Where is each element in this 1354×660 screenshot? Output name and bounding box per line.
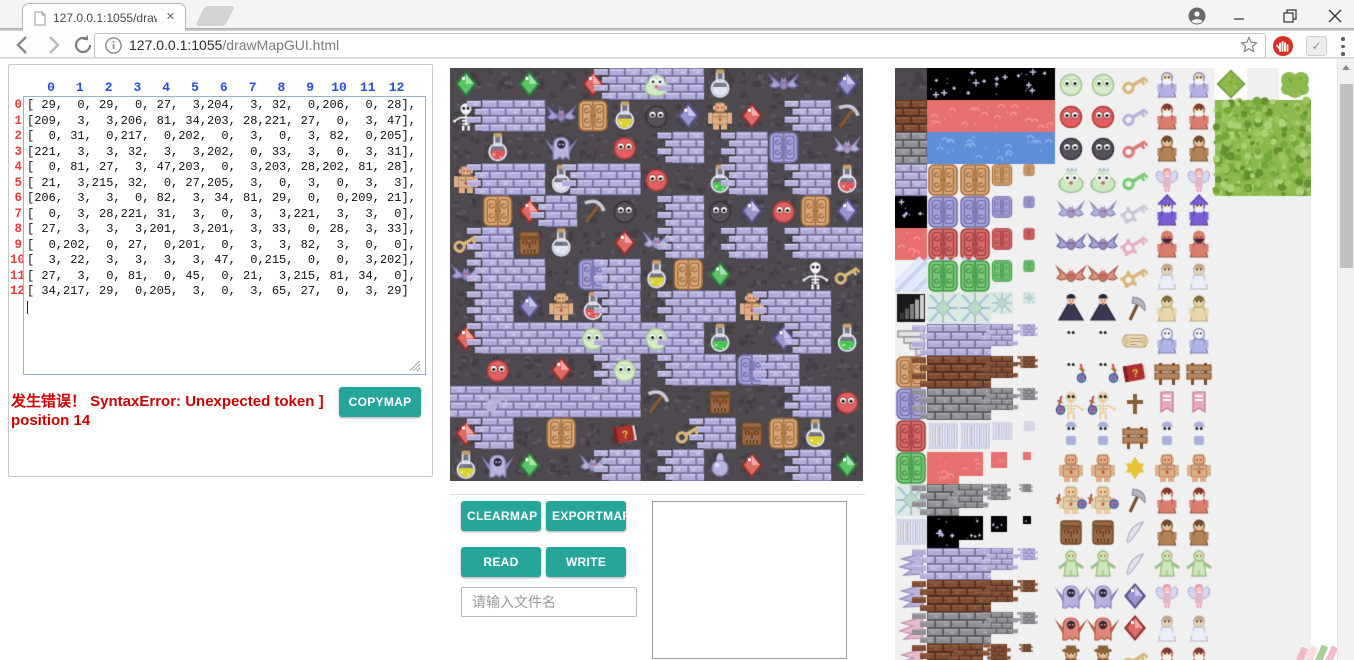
output-box[interactable] <box>652 501 847 659</box>
col-header: 12 <box>387 80 407 95</box>
bookmark-star-icon[interactable] <box>1240 36 1258 54</box>
read-button[interactable]: READ <box>461 547 541 577</box>
row-label: 3 <box>10 145 22 161</box>
col-header: 5 <box>185 80 205 95</box>
copymap-button[interactable]: COPYMAP <box>339 387 421 417</box>
error-message: 发生错误！ SyntaxError: Unexpected token ] po… <box>11 392 351 430</box>
map-canvas[interactable] <box>450 68 863 481</box>
col-header: 11 <box>358 80 378 95</box>
reload-icon[interactable] <box>72 34 94 56</box>
textarea-resize-grip[interactable] <box>410 361 420 371</box>
row-label: 0 <box>10 98 22 114</box>
close-window-button[interactable] <box>1328 6 1354 26</box>
browser-tab[interactable]: 127.0.0.1:1055/drawMa ✕ <box>22 3 186 31</box>
col-header: 2 <box>99 80 119 95</box>
tab-close-icon[interactable]: ✕ <box>164 11 177 24</box>
url-text: 127.0.0.1:1055/drawMapGUI.html <box>129 37 339 53</box>
browser-window: 127.0.0.1:1055/drawMa ✕ 127.0.0.1:1055/d… <box>0 0 1354 660</box>
scrollbar-thumb[interactable] <box>1340 84 1353 268</box>
info-icon[interactable] <box>105 37 122 54</box>
row-label: 5 <box>10 176 22 192</box>
write-button[interactable]: WRITE <box>546 547 626 577</box>
row-label: 7 <box>10 207 22 223</box>
matrix-textarea[interactable] <box>23 96 426 375</box>
col-header: 1 <box>70 80 90 95</box>
row-label: 12 <box>10 284 22 300</box>
matrix-editor-panel: 0123456789101112 0123456789101112 发生错误！ … <box>8 64 433 477</box>
col-header: 9 <box>300 80 320 95</box>
row-label: 4 <box>10 160 22 176</box>
page-content: 0123456789101112 0123456789101112 发生错误！ … <box>0 59 1354 660</box>
separator-line <box>450 494 865 495</box>
row-label: 8 <box>10 222 22 238</box>
url-path: /drawMapGUI.html <box>222 37 339 53</box>
back-icon[interactable] <box>12 34 34 56</box>
forward-icon[interactable] <box>42 34 64 56</box>
col-header: 8 <box>271 80 291 95</box>
restore-button[interactable] <box>1283 6 1311 26</box>
row-label: 10 <box>10 253 22 269</box>
page-scrollbar[interactable] <box>1337 59 1354 660</box>
row-label: 2 <box>10 129 22 145</box>
minimize-button[interactable] <box>1233 6 1261 26</box>
row-label: 11 <box>10 269 22 285</box>
row-label: 9 <box>10 238 22 254</box>
browser-titlebar: 127.0.0.1:1055/drawMa ✕ <box>0 0 1354 30</box>
col-header: 7 <box>243 80 263 95</box>
tabstrip-border <box>0 28 1354 31</box>
error-line-2: position 14 <box>11 411 351 430</box>
col-header: 10 <box>329 80 349 95</box>
new-tab-button[interactable] <box>195 6 235 26</box>
tab-title: 127.0.0.1:1055/drawMa <box>53 11 157 26</box>
scrollbar-up-arrow[interactable] <box>1338 59 1354 75</box>
col-header: 3 <box>127 80 147 95</box>
page-icon <box>33 11 47 26</box>
filename-input[interactable] <box>461 587 637 617</box>
row-label: 6 <box>10 191 22 207</box>
error-line-1: 发生错误！ SyntaxError: Unexpected token ] <box>11 392 351 411</box>
col-header: 0 <box>41 80 61 95</box>
extension-hand-icon[interactable] <box>1272 35 1294 57</box>
exportmap-button[interactable]: EXPORTMAP <box>546 501 626 531</box>
address-bar[interactable]: 127.0.0.1:1055/drawMapGUI.html <box>94 33 1266 58</box>
col-header: 6 <box>214 80 234 95</box>
row-label: 1 <box>10 114 22 130</box>
url-host: 127.0.0.1:1055 <box>129 37 222 53</box>
col-header: 4 <box>156 80 176 95</box>
tileset-palette-canvas[interactable] <box>895 68 1311 660</box>
profile-avatar-icon[interactable] <box>1188 7 1206 25</box>
clearmap-button[interactable]: CLEARMAP <box>461 501 541 531</box>
extension-check-icon[interactable]: ✓ <box>1306 36 1327 56</box>
